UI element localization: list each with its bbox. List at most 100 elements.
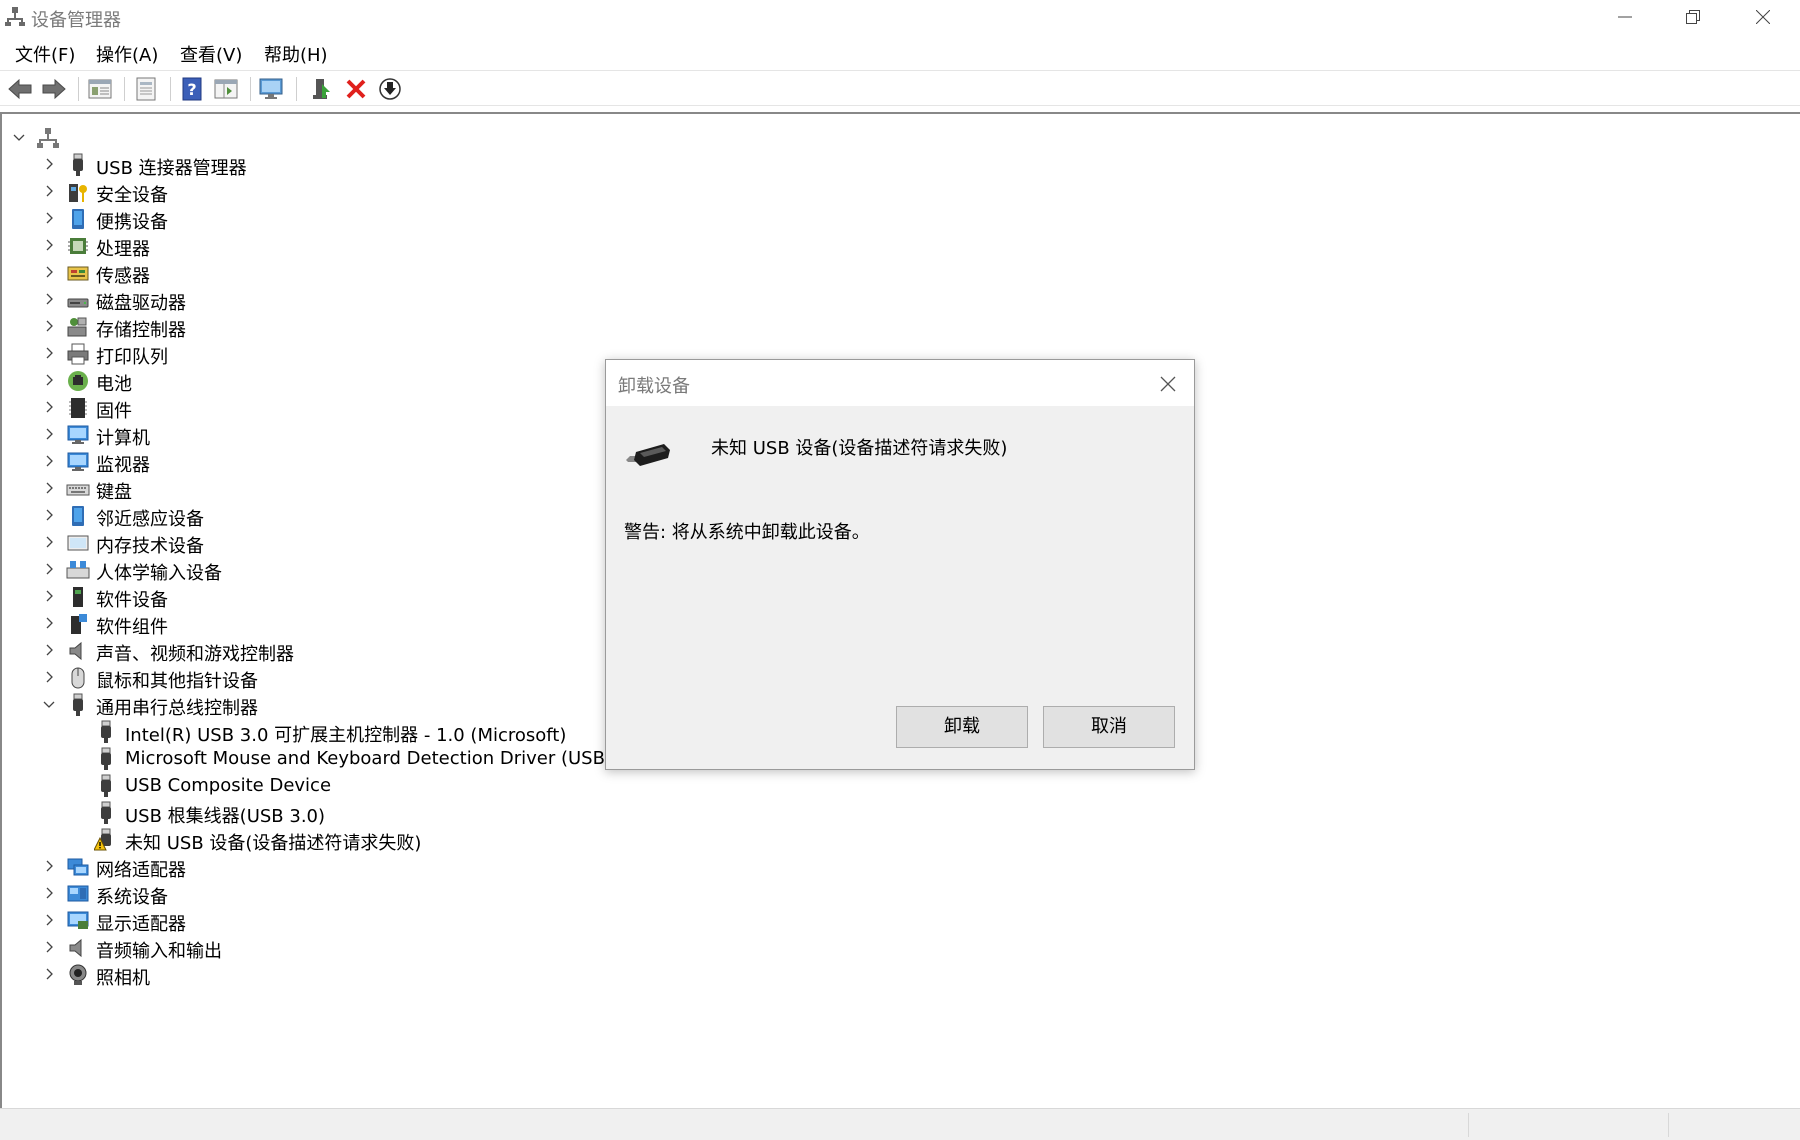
back-icon[interactable] (6, 75, 34, 103)
disable-icon[interactable] (376, 75, 404, 103)
properties-icon[interactable] (132, 75, 160, 103)
processor-icon (66, 234, 90, 258)
tree-item-label: 邻近感应设备 (96, 509, 204, 530)
chevron-right-icon[interactable] (40, 290, 58, 308)
tree-item-label: 键盘 (96, 482, 132, 503)
svg-text:?: ? (187, 80, 196, 99)
proximity-device-icon (66, 504, 90, 528)
chevron-right-icon[interactable] (40, 209, 58, 227)
chevron-right-icon[interactable] (40, 344, 58, 362)
update-driver-icon[interactable] (308, 75, 336, 103)
chevron-right-icon[interactable] (40, 614, 58, 632)
chevron-right-icon[interactable] (40, 506, 58, 524)
tree-item-label: 电池 (96, 374, 132, 395)
tree-item-label: 安全设备 (96, 185, 168, 206)
tree-item-label: 计算机 (96, 428, 150, 449)
tree-item-label: 未知 USB 设备(设备描述符请求失败) (125, 833, 422, 854)
menu-action[interactable]: 操作(A) (96, 41, 158, 67)
chevron-right-icon[interactable] (40, 317, 58, 335)
tree-device[interactable]: USB 根集线器(USB 3.0) (2, 800, 1782, 827)
tree-category[interactable]: 照相机 (2, 962, 1782, 989)
chevron-right-icon[interactable] (40, 479, 58, 497)
cancel-button[interactable]: 取消 (1043, 706, 1175, 748)
tree-category[interactable]: 系统设备 (2, 881, 1782, 908)
tree-item-label: 内存技术设备 (96, 536, 204, 557)
tree-item-label: 声音、视频和游戏控制器 (96, 644, 294, 665)
chevron-right-icon[interactable] (40, 533, 58, 551)
close-window-button[interactable] (1728, 0, 1798, 34)
chevron-right-icon[interactable] (40, 263, 58, 281)
device-manager-icon (5, 7, 25, 26)
show-hide-tree-icon[interactable] (86, 75, 114, 103)
scan-hardware-icon[interactable] (258, 75, 286, 103)
battery-icon (66, 369, 90, 393)
tree-category[interactable]: 音频输入和输出 (2, 935, 1782, 962)
tree-item-label: USB 根集线器(USB 3.0) (125, 806, 326, 827)
tree-category[interactable]: 显示适配器 (2, 908, 1782, 935)
dialog-title: 卸载设备 (618, 376, 690, 397)
menu-view[interactable]: 查看(V) (180, 41, 242, 67)
usb-plug-icon (94, 720, 118, 744)
uninstall-device-dialog: 卸载设备 未知 USB 设备(设备描述符请求失败) 警告: 将从系统中卸载此设备… (605, 359, 1195, 770)
chevron-down-icon[interactable] (40, 695, 58, 713)
sound-icon (66, 639, 90, 663)
minimize-button[interactable] (1590, 0, 1660, 34)
tree-category[interactable]: 便携设备 (2, 206, 1782, 233)
tree-category[interactable]: USB 连接器管理器 (2, 152, 1782, 179)
chevron-right-icon[interactable] (40, 668, 58, 686)
tree-item-label: 监视器 (96, 455, 150, 476)
system-device-icon (66, 882, 90, 906)
chevron-right-icon[interactable] (40, 641, 58, 659)
usb-plug-icon (66, 153, 90, 177)
chevron-right-icon[interactable] (40, 938, 58, 956)
tree-item-label: 人体学输入设备 (96, 563, 222, 584)
disk-drive-icon (66, 288, 90, 312)
chevron-right-icon[interactable] (40, 884, 58, 902)
usb-plug-icon (94, 801, 118, 825)
uninstall-button[interactable]: 卸载 (896, 706, 1028, 748)
chevron-right-icon[interactable] (40, 857, 58, 875)
menu-file[interactable]: 文件(F) (15, 41, 75, 67)
chevron-down-icon[interactable] (10, 128, 28, 146)
chevron-right-icon[interactable] (40, 560, 58, 578)
restore-button[interactable] (1658, 0, 1728, 34)
chevron-right-icon[interactable] (40, 452, 58, 470)
chevron-right-icon[interactable] (40, 911, 58, 929)
chevron-right-icon[interactable] (40, 371, 58, 389)
forward-icon[interactable] (40, 75, 68, 103)
help-icon[interactable]: ? (178, 75, 206, 103)
tree-category[interactable]: 传感器 (2, 260, 1782, 287)
view-icon[interactable] (212, 75, 240, 103)
chevron-right-icon[interactable] (40, 587, 58, 605)
chevron-right-icon[interactable] (40, 236, 58, 254)
keyboard-icon (66, 477, 90, 501)
tree-device[interactable]: USB Composite Device (2, 773, 1782, 800)
tree-category[interactable]: 网络适配器 (2, 854, 1782, 881)
chevron-right-icon[interactable] (40, 398, 58, 416)
tree-category[interactable]: 安全设备 (2, 179, 1782, 206)
tree-item-label: 通用串行总线控制器 (96, 698, 258, 719)
network-adapter-icon (66, 855, 90, 879)
menu-bar: 文件(F) 操作(A) 查看(V) 帮助(H) (0, 36, 1800, 68)
tree-item-label: 打印队列 (96, 347, 168, 368)
tree-category[interactable]: 存储控制器 (2, 314, 1782, 341)
computer-root-icon (36, 126, 60, 150)
chevron-right-icon[interactable] (40, 425, 58, 443)
usb-device-icon (626, 444, 670, 466)
tree-category[interactable]: 处理器 (2, 233, 1782, 260)
menu-help[interactable]: 帮助(H) (264, 41, 328, 67)
chevron-right-icon[interactable] (40, 965, 58, 983)
tree-item-label: USB 连接器管理器 (96, 158, 247, 179)
tree-category[interactable]: 磁盘驱动器 (2, 287, 1782, 314)
chevron-right-icon[interactable] (40, 182, 58, 200)
uninstall-icon[interactable] (342, 75, 370, 103)
usb-plug-icon (94, 747, 118, 771)
chevron-right-icon[interactable] (40, 155, 58, 173)
dialog-titlebar: 卸载设备 (606, 360, 1194, 406)
tree-item-label: USB Composite Device (125, 775, 332, 796)
tree-device[interactable]: 未知 USB 设备(设备描述符请求失败) (2, 827, 1782, 854)
tree-item-label: 鼠标和其他指针设备 (96, 671, 258, 692)
close-icon (1756, 10, 1770, 24)
tree-root[interactable] (2, 125, 1782, 152)
dialog-close-icon[interactable] (1156, 372, 1180, 396)
